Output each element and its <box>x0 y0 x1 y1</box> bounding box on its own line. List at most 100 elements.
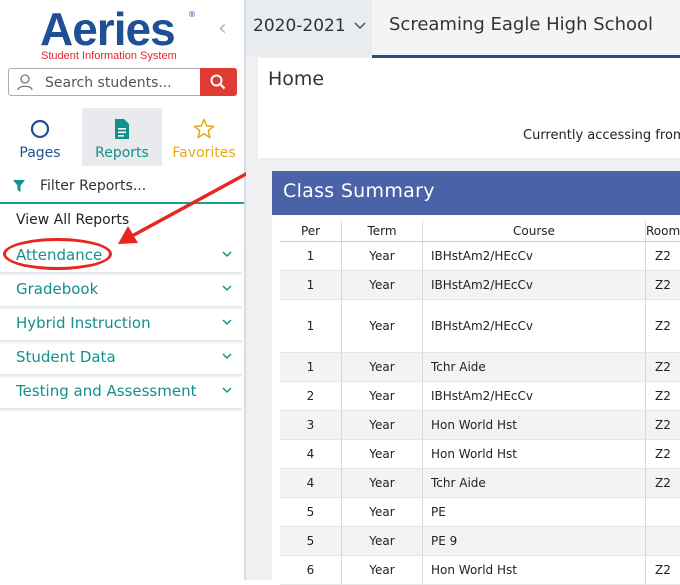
cell-room-text: Z2 <box>646 476 671 490</box>
menu-item-label: Testing and Assessment <box>16 382 196 400</box>
cell-room-text: Z2 <box>646 278 671 292</box>
cell-course-text: Tchr Aide <box>423 476 486 490</box>
chevron-down-icon <box>354 22 366 30</box>
cell-course-text: Tchr Aide <box>423 360 486 374</box>
cell-per: 5 <box>280 498 342 527</box>
cell-course: IBHstAm2/HEcCv <box>423 242 646 271</box>
cell-per: 1 <box>280 300 342 353</box>
cell-course-text: IBHstAm2/HEcCv <box>423 249 533 263</box>
table-row[interactable]: 1 Year Tchr Aide Z2 <box>280 353 680 382</box>
table-row[interactable]: 5 Year PE <box>280 498 680 527</box>
search-icon <box>210 74 226 90</box>
cell-per: 5 <box>280 527 342 556</box>
cell-course-text: IBHstAm2/HEcCv <box>423 278 533 292</box>
cell-per: 6 <box>280 556 342 585</box>
aeries-logo[interactable]: Aeries ® Student Information System <box>40 4 200 64</box>
circle-icon <box>29 118 51 140</box>
cell-room-text: Z2 <box>646 418 671 432</box>
document-icon <box>111 118 133 140</box>
table-row[interactable]: 1 Year IBHstAm2/HEcCv Z2 <box>280 271 680 300</box>
cell-room: Z2 <box>646 271 680 300</box>
menu-item-hybrid-instruction[interactable]: Hybrid Instruction <box>0 308 242 341</box>
menu-item-label: Attendance <box>16 246 102 264</box>
table-row[interactable]: 3 Year Hon World Hst Z2 <box>280 411 680 440</box>
filter-reports-input[interactable] <box>38 174 232 198</box>
cell-room <box>646 498 680 527</box>
column-header-room[interactable]: Room <box>646 221 680 242</box>
cell-course: IBHstAm2/HEcCv <box>423 271 646 300</box>
table-row[interactable]: 4 Year Hon World Hst Z2 <box>280 440 680 469</box>
menu-item-attendance[interactable]: Attendance <box>0 240 242 273</box>
tab-pages-label: Pages <box>0 145 80 161</box>
tab-reports-label: Reports <box>82 145 162 161</box>
cell-room: Z2 <box>646 382 680 411</box>
chevron-down-icon <box>222 353 232 360</box>
chevron-down-icon <box>222 319 232 326</box>
cell-course: PE 9 <box>423 527 646 556</box>
school-name[interactable]: Screaming Eagle High School <box>389 14 653 35</box>
cell-course: IBHstAm2/HEcCv <box>423 300 646 353</box>
cell-term: Year <box>342 353 423 382</box>
cell-term: Year <box>342 300 423 353</box>
cell-course-text: PE <box>423 505 446 519</box>
column-header-per[interactable]: Per <box>280 221 342 242</box>
access-info-bar: Currently accessing from <box>258 104 680 158</box>
table-row[interactable]: 1 Year IBHstAm2/HEcCv Z2 <box>280 242 680 271</box>
sidebar: Aeries ® Student Information System ‹ Pa… <box>0 0 246 580</box>
cell-course: Hon World Hst <box>423 440 646 469</box>
table-row[interactable]: 2 Year IBHstAm2/HEcCv Z2 <box>280 382 680 411</box>
search-input[interactable] <box>43 71 207 95</box>
column-header-term[interactable]: Term <box>342 221 423 242</box>
filter-reports <box>0 170 244 204</box>
cell-course-text: IBHstAm2/HEcCv <box>423 389 533 403</box>
chevron-down-icon <box>222 285 232 292</box>
table-row[interactable]: 1 Year IBHstAm2/HEcCv Z2 <box>280 300 680 353</box>
cell-per: 4 <box>280 469 342 498</box>
tab-pages[interactable]: Pages <box>0 108 80 166</box>
column-header-course[interactable]: Course <box>423 221 646 242</box>
cell-term: Year <box>342 411 423 440</box>
school-year-select[interactable]: 2020-2021 <box>246 0 372 55</box>
cell-course-text: IBHstAm2/HEcCv <box>423 319 533 333</box>
view-all-reports-link[interactable]: View All Reports <box>16 212 129 228</box>
class-summary-table: Per Term Course Room 1 Year IBHstAm2/HEc… <box>280 221 680 585</box>
menu-item-gradebook[interactable]: Gradebook <box>0 274 242 307</box>
cell-term: Year <box>342 469 423 498</box>
school-year-value: 2020-2021 <box>253 16 346 36</box>
star-icon <box>193 118 215 140</box>
cell-term: Year <box>342 498 423 527</box>
search-button[interactable] <box>200 68 237 96</box>
cell-room: Z2 <box>646 300 680 353</box>
table-row[interactable]: 4 Year Tchr Aide Z2 <box>280 469 680 498</box>
sidebar-tabs: Pages Reports Favorites <box>0 108 244 166</box>
cell-term: Year <box>342 556 423 585</box>
cell-room: Z2 <box>646 353 680 382</box>
tab-favorites[interactable]: Favorites <box>164 108 244 166</box>
cell-room: Z2 <box>646 242 680 271</box>
cell-term: Year <box>342 527 423 556</box>
student-search <box>8 68 237 96</box>
cell-course-text: PE 9 <box>423 534 457 548</box>
tab-reports[interactable]: Reports <box>82 108 162 166</box>
collapse-sidebar-icon[interactable]: ‹ <box>218 16 227 41</box>
cell-room-text: Z2 <box>646 447 671 461</box>
menu-item-label: Gradebook <box>16 280 98 298</box>
cell-course: IBHstAm2/HEcCv <box>423 382 646 411</box>
tab-favorites-label: Favorites <box>164 145 244 161</box>
cell-room-text: Z2 <box>646 319 671 333</box>
cell-term: Year <box>342 271 423 300</box>
menu-item-label: Hybrid Instruction <box>16 314 151 332</box>
user-icon <box>16 73 34 91</box>
cell-term: Year <box>342 382 423 411</box>
table-row[interactable]: 5 Year PE 9 <box>280 527 680 556</box>
cell-per: 1 <box>280 271 342 300</box>
table-row[interactable]: 6 Year Hon World Hst Z2 <box>280 556 680 585</box>
cell-per: 2 <box>280 382 342 411</box>
cell-room-text: Z2 <box>646 389 671 403</box>
menu-item-testing-and-assessment[interactable]: Testing and Assessment <box>0 376 242 409</box>
cell-course: Hon World Hst <box>423 411 646 440</box>
menu-item-student-data[interactable]: Student Data <box>0 342 242 375</box>
table-header-row: Per Term Course Room <box>280 221 680 242</box>
cell-per: 1 <box>280 353 342 382</box>
class-summary-title: Class Summary <box>283 180 435 202</box>
